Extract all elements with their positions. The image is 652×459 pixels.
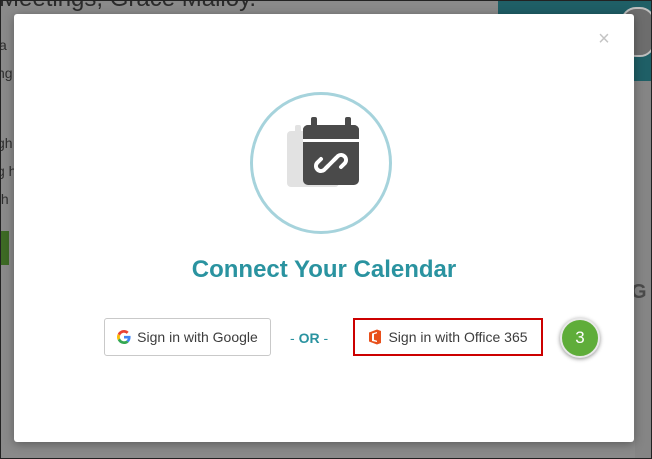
- office-logo-icon: [368, 329, 382, 345]
- background-title: Meetings, Grace Malloy.: [1, 1, 256, 13]
- step-number-badge: 3: [560, 318, 600, 358]
- or-suffix: -: [319, 330, 329, 346]
- or-label: OR: [298, 330, 320, 346]
- office-button-label: Sign in with Office 365: [388, 329, 528, 345]
- background-text: gh: [1, 135, 13, 151]
- sign-in-google-button[interactable]: Sign in with Google: [104, 318, 271, 356]
- connect-calendar-modal: × Connect Your Calendar Sign in with Goo…: [14, 14, 634, 442]
- background-button: [1, 231, 9, 265]
- google-logo-icon: [117, 330, 131, 344]
- google-button-label: Sign in with Google: [137, 329, 258, 345]
- background-text: ng: [1, 65, 13, 81]
- or-prefix: -: [290, 330, 299, 346]
- calendar-illustration: [250, 92, 392, 234]
- background-text: a: [1, 37, 7, 53]
- sign-in-office365-button[interactable]: Sign in with Office 365: [353, 318, 543, 356]
- modal-heading: Connect Your Calendar: [191, 256, 457, 283]
- background-text: th: [0, 191, 9, 207]
- calendar-link-icon: [287, 117, 359, 187]
- screen: Meetings, Grace Malloy. a ng gh g h th G…: [0, 0, 652, 459]
- background-sidebar: [635, 81, 651, 458]
- or-divider: - OR -: [290, 330, 328, 346]
- close-icon[interactable]: ×: [595, 29, 613, 49]
